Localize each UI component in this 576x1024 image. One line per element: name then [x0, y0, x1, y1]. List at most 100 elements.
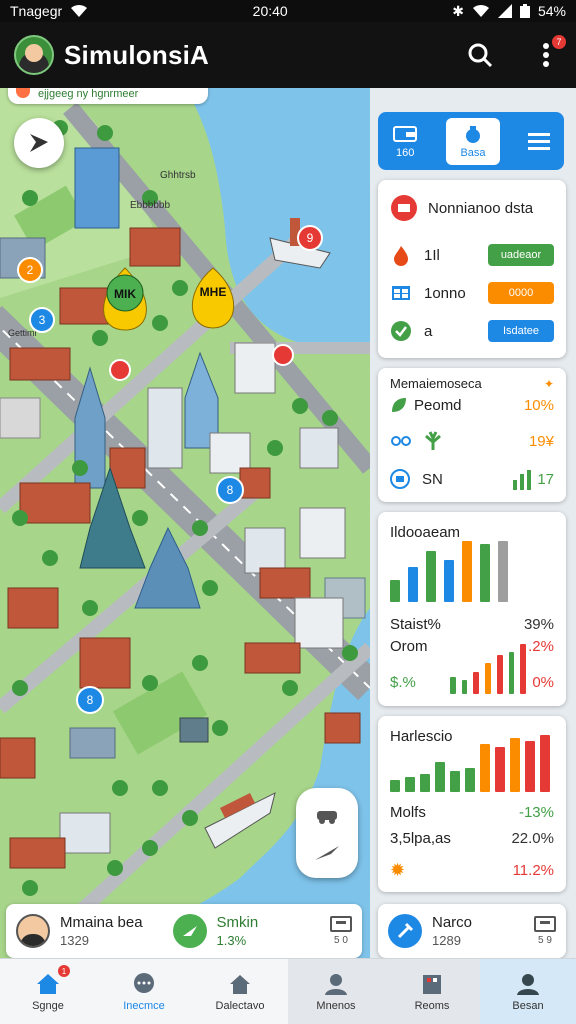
overview-title: Nonnianoo dsta	[428, 199, 534, 217]
player-name: Mmaina bea	[60, 914, 143, 931]
search-icon	[468, 43, 493, 68]
cell-signal-icon	[497, 4, 512, 18]
grid-icon	[392, 286, 410, 300]
resources-row-3-label: SN	[422, 470, 443, 488]
statistics-row3-label: $.%	[390, 674, 416, 691]
map-navigate-button[interactable]	[14, 118, 64, 168]
clock-text: 20:40	[252, 3, 288, 19]
map-marker-5-label: 8	[87, 693, 94, 707]
search-button[interactable]	[464, 39, 496, 71]
statistics-top-bar	[426, 551, 436, 602]
check-icon	[391, 321, 411, 341]
statistics-top-chart	[390, 538, 554, 602]
nav-item-profile[interactable]: Besan	[480, 959, 576, 1024]
navigation-arrow-icon	[30, 134, 48, 152]
toolbar-item-1[interactable]: 160	[392, 124, 418, 159]
bottom-nav: 1 Sgnge Inecmce Dalectavo Mnenos Reoms B…	[0, 958, 576, 1024]
harvest-row-1-value: -13%	[518, 804, 554, 821]
map-marker-3-label: 8	[227, 483, 234, 497]
toolbar-item-2[interactable]: Basa	[446, 117, 500, 165]
narco-box-icon	[534, 916, 556, 932]
narco-action-button[interactable]: 5 9	[534, 916, 556, 946]
toolbar-item-1-label: 160	[395, 146, 415, 159]
building-icon	[230, 974, 250, 994]
overview-row-3-pill[interactable]: Isdatee	[488, 320, 554, 342]
map-marker-2-label: 3	[39, 313, 46, 327]
map-marker-red[interactable]	[272, 344, 294, 366]
tool-icon	[388, 914, 422, 948]
statistics-top-bar	[498, 541, 508, 602]
statistics-row2-value: .2%	[528, 638, 554, 655]
nav-item-building[interactable]: Dalectavo	[192, 959, 288, 1024]
status-bar: Tnagegr 20:40 ✱ 54%	[0, 0, 576, 22]
statistics-row2-label: Orom	[390, 638, 428, 655]
app-screen: Tnagegr 20:40 ✱ 54% SimulonsiA 7 MIK MHE…	[0, 0, 576, 1024]
star-icon: ✹	[390, 860, 406, 880]
nav-item-chat[interactable]: Inecmce	[96, 959, 192, 1024]
chat-icon	[134, 972, 154, 993]
home-icon	[37, 973, 59, 994]
player-score: 1329	[60, 933, 89, 948]
overview-row-2-pill[interactable]: 0000	[488, 282, 554, 304]
harvest-bar	[510, 738, 520, 792]
vehicle-icon	[317, 810, 337, 824]
narco-card[interactable]: Narco 1289 5 9	[378, 904, 566, 958]
harvest-bar	[495, 747, 505, 792]
resources-row-1-value: 10%	[523, 396, 554, 414]
map-tools-button[interactable]	[296, 788, 358, 878]
harvest-bar	[480, 744, 490, 792]
overview-row-1-pill[interactable]: uadeaor	[488, 244, 554, 266]
harvest-chart	[390, 732, 554, 792]
money-bag-icon	[465, 125, 480, 143]
overview-row-3-label: a	[424, 322, 433, 340]
city-map[interactable]: MIK MHE Ebbbbbb Ghhtrsb Gettimr 2 3 8 9 …	[0, 88, 370, 958]
wallet-icon	[393, 125, 418, 142]
statistics-top-bar	[462, 541, 472, 602]
statistics-stat-value: 39%	[523, 616, 554, 633]
narco-value: 1289	[432, 933, 461, 948]
harvest-bar	[525, 741, 535, 792]
more-options-button[interactable]: 7	[530, 35, 566, 71]
harvest-bar	[420, 774, 430, 792]
growth-bars-icon	[513, 470, 532, 490]
alert-badge-icon	[391, 195, 417, 221]
toolbar-item-2-label: Basa	[460, 146, 486, 159]
route-icon	[315, 845, 339, 860]
nav-profile-label: Besan	[512, 999, 544, 1012]
carrier-text: Tnagegr	[10, 3, 63, 19]
player-card[interactable]: Mmaina bea 1329 Smkin 1.3% 5 0	[6, 904, 362, 958]
nav-item-people[interactable]: Mnenos	[288, 959, 384, 1024]
skill-name: Smkin	[216, 914, 259, 931]
stats-panel: 160 Basa Nonnianoo dsta 1Il uadeaor 1onn…	[370, 88, 576, 958]
card-box-icon	[330, 916, 352, 932]
leaf-icon	[392, 398, 406, 412]
resources-row-3-value: 17	[537, 470, 554, 488]
nav-chat-label: Inecmce	[123, 999, 165, 1012]
nav-store-label: Reoms	[414, 999, 450, 1012]
statistics-top-bar	[444, 560, 454, 602]
statistics-stat-label: Staist%	[390, 616, 441, 633]
narco-name: Narco	[432, 914, 473, 931]
toolbar-menu-button[interactable]	[527, 132, 550, 150]
resources-row-2-value: 19¥	[528, 432, 554, 450]
statistics-row3-value: 0%	[532, 674, 554, 691]
map-marker-red-2[interactable]	[109, 359, 131, 381]
statistics-card: Ildooaeam Staist% 39% Orom .2% $.% 0%	[378, 512, 566, 706]
map-label-ebb: Ebbbbbb	[130, 200, 170, 211]
app-bar: SimulonsiA 7	[0, 22, 576, 88]
nav-item-store[interactable]: Reoms	[384, 959, 480, 1024]
banner-dot-icon	[16, 88, 30, 98]
profile-avatar[interactable]	[14, 35, 54, 75]
card-action-button[interactable]: 5 0	[330, 916, 352, 946]
player-avatar	[16, 914, 50, 948]
map-banner: ejjgeeg ny hgnrmeer	[8, 88, 208, 104]
nav-building-label: Dalectavo	[215, 999, 265, 1012]
resources-title: Memaiemoseca	[390, 376, 482, 391]
nav-home-label: Sgnge	[32, 999, 64, 1012]
nav-item-home[interactable]: 1 Sgnge	[0, 959, 96, 1024]
people-icon	[325, 973, 347, 995]
harvest-bar	[405, 777, 415, 792]
link-icon	[391, 436, 411, 446]
overview-row-2-label: 1onno	[424, 284, 466, 302]
battery-icon	[519, 4, 530, 18]
